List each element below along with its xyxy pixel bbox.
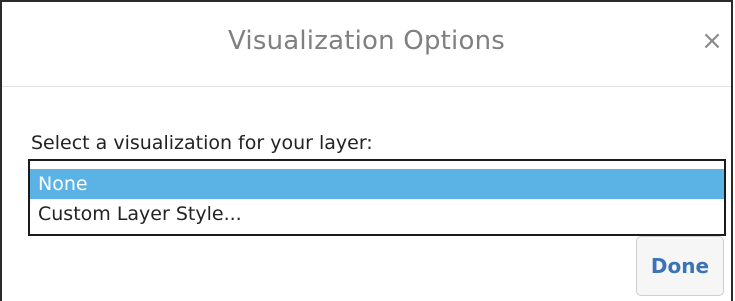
dialog-title: Visualization Options	[227, 26, 505, 56]
done-button[interactable]: Done	[636, 236, 724, 296]
close-icon[interactable]: ×	[699, 28, 725, 54]
visualization-listbox[interactable]: None Custom Layer Style...	[28, 159, 726, 236]
option-none[interactable]: None	[30, 169, 724, 199]
dialog-header: Visualization Options ×	[2, 2, 731, 87]
visualization-options-dialog: Visualization Options × Select a visuali…	[0, 0, 733, 301]
option-custom-layer-style[interactable]: Custom Layer Style...	[30, 199, 724, 229]
visualization-prompt-label: Select a visualization for your layer:	[31, 132, 373, 154]
